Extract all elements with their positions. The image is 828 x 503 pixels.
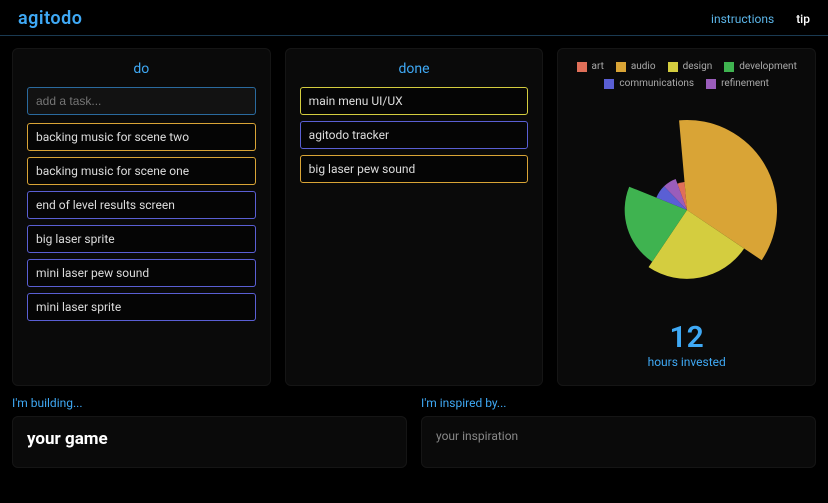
task-item[interactable]: mini laser sprite <box>27 293 256 321</box>
add-task-input[interactable] <box>27 87 256 115</box>
legend-item: art <box>577 61 604 72</box>
pie-chart <box>587 110 787 310</box>
legend-label: art <box>592 61 604 72</box>
chart-legend: art audio design development communications r… <box>572 61 801 89</box>
legend-swatch <box>706 79 716 89</box>
legend-swatch <box>616 62 626 72</box>
done-panel: done main menu UI/UX agitodo tracker big l… <box>285 48 544 386</box>
building-block: I'm building... your game <box>12 396 407 468</box>
stats-panel: art audio design development communications r… <box>557 48 816 386</box>
task-item[interactable]: mini laser pew sound <box>27 259 256 287</box>
main-columns: do backing music for scene twobacking mu… <box>0 36 828 386</box>
do-title: do <box>27 61 256 77</box>
legend-label: refinement <box>721 78 769 89</box>
legend-swatch <box>604 79 614 89</box>
header: agitodo instructions tip <box>0 0 828 36</box>
legend-swatch <box>577 62 587 72</box>
legend-item: development <box>724 61 797 72</box>
do-panel: do backing music for scene twobacking mu… <box>12 48 271 386</box>
task-item[interactable]: main menu UI/UX <box>300 87 529 115</box>
legend-item: audio <box>616 61 656 72</box>
inspired-block: I'm inspired by... your inspiration <box>421 396 816 468</box>
inspired-label: I'm inspired by... <box>421 396 816 410</box>
legend-item: refinement <box>706 78 769 89</box>
hours-number: 12 <box>670 323 704 353</box>
task-item[interactable]: end of level results screen <box>27 191 256 219</box>
building-label: I'm building... <box>12 396 407 410</box>
inspired-value[interactable]: your inspiration <box>421 416 816 468</box>
nav: instructions tip <box>711 12 810 26</box>
hours-label: hours invested <box>648 355 726 369</box>
building-value[interactable]: your game <box>12 416 407 468</box>
legend-swatch <box>724 62 734 72</box>
task-item[interactable]: backing music for scene two <box>27 123 256 151</box>
legend-label: design <box>683 61 713 72</box>
task-item[interactable]: big laser sprite <box>27 225 256 253</box>
task-item[interactable]: big laser pew sound <box>300 155 529 183</box>
legend-item: design <box>668 61 713 72</box>
chart-wrap <box>587 97 787 323</box>
done-title: done <box>300 61 529 77</box>
brand-logo: agitodo <box>18 8 82 29</box>
legend-label: audio <box>631 61 656 72</box>
legend-item: communications <box>604 78 694 89</box>
legend-swatch <box>668 62 678 72</box>
task-item[interactable]: backing music for scene one <box>27 157 256 185</box>
bottom-row: I'm building... your game I'm inspired b… <box>0 386 828 468</box>
do-task-list: backing music for scene two backing music… <box>27 123 256 321</box>
task-item[interactable]: agitodo tracker <box>300 121 529 149</box>
done-task-list: main menu UI/UX agitodo tracker big laser … <box>300 87 529 183</box>
legend-label: communications <box>619 78 694 89</box>
legend-label: development <box>739 61 797 72</box>
nav-tip-link[interactable]: tip <box>796 12 810 26</box>
nav-instructions-link[interactable]: instructions <box>711 12 774 26</box>
